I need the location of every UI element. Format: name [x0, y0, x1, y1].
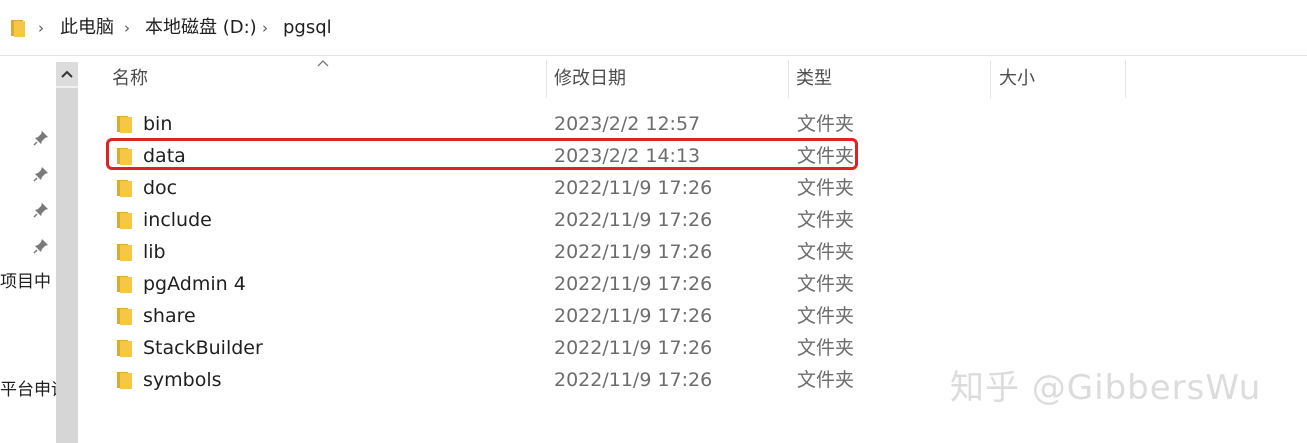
- column-header-size[interactable]: 大小: [993, 60, 1125, 98]
- navigation-pane: 项目中 平台申请: [0, 56, 56, 443]
- column-divider[interactable]: [990, 60, 991, 98]
- file-row-symbols[interactable]: symbols 2022/11/9 17:26 文件夹: [108, 364, 868, 396]
- file-row-pgadmin-4[interactable]: pgAdmin 4 2022/11/9 17:26 文件夹: [108, 268, 868, 300]
- file-modified-date: 2022/11/9 17:26: [554, 209, 713, 231]
- column-header-name[interactable]: 名称: [106, 60, 546, 98]
- folder-icon: [11, 20, 25, 37]
- scroll-up-button[interactable]: [56, 62, 78, 86]
- file-type: 文件夹: [797, 209, 855, 231]
- file-name: pgAdmin 4: [143, 273, 246, 295]
- address-bar[interactable]: › 此电脑 › 本地磁盘 (D:) › pgsql: [0, 0, 1307, 56]
- pin-icon[interactable]: [33, 166, 49, 182]
- file-name: include: [143, 209, 212, 231]
- chevron-right-icon[interactable]: ›: [38, 20, 48, 36]
- pin-icon[interactable]: [33, 130, 49, 146]
- file-type: 文件夹: [797, 113, 855, 135]
- nav-item-platform[interactable]: 平台申请: [0, 379, 56, 401]
- folder-icon: [117, 212, 132, 229]
- file-type: 文件夹: [797, 369, 855, 391]
- file-type: 文件夹: [797, 273, 855, 295]
- scroll-thumb[interactable]: [56, 88, 78, 443]
- chevron-up-icon: [61, 70, 73, 78]
- folder-icon: [117, 244, 132, 261]
- file-modified-date: 2022/11/9 17:26: [554, 241, 713, 263]
- column-header-date[interactable]: 修改日期: [548, 60, 788, 98]
- scrollbar[interactable]: [56, 62, 78, 443]
- folder-icon: [117, 180, 132, 197]
- file-name: bin: [143, 113, 173, 135]
- column-divider[interactable]: [546, 60, 547, 98]
- chevron-right-icon[interactable]: ›: [124, 20, 134, 36]
- pin-icon[interactable]: [33, 238, 49, 254]
- folder-icon: [117, 116, 132, 133]
- file-modified-date: 2022/11/9 17:26: [554, 273, 713, 295]
- file-type: 文件夹: [797, 241, 855, 263]
- file-modified-date: 2022/11/9 17:26: [554, 337, 713, 359]
- file-modified-date: 2022/11/9 17:26: [554, 177, 713, 199]
- file-type: 文件夹: [797, 177, 855, 199]
- file-modified-date: 2023/2/2 12:57: [554, 113, 701, 135]
- pin-icon[interactable]: [33, 202, 49, 218]
- nav-item-project[interactable]: 项目中: [0, 271, 51, 293]
- watermark: 知乎 @GibbersWu: [950, 368, 1262, 408]
- folder-icon: [117, 340, 132, 357]
- column-divider[interactable]: [788, 60, 789, 98]
- folder-icon: [117, 276, 132, 293]
- column-divider[interactable]: [1125, 60, 1126, 98]
- file-type: 文件夹: [797, 305, 855, 327]
- file-row-doc[interactable]: doc 2022/11/9 17:26 文件夹: [108, 172, 868, 204]
- file-name: symbols: [143, 369, 222, 391]
- file-name: share: [143, 305, 196, 327]
- file-row-include[interactable]: include 2022/11/9 17:26 文件夹: [108, 204, 868, 236]
- breadcrumb-drive-d[interactable]: 本地磁盘 (D:): [145, 16, 257, 40]
- file-modified-date: 2022/11/9 17:26: [554, 305, 713, 327]
- breadcrumb-this-pc[interactable]: 此电脑: [60, 16, 114, 40]
- folder-icon: [117, 308, 132, 325]
- column-header-type[interactable]: 类型: [790, 60, 990, 98]
- file-name: lib: [143, 241, 166, 263]
- highlight-annotation: [106, 138, 858, 170]
- file-name: StackBuilder: [143, 337, 263, 359]
- chevron-right-icon[interactable]: ›: [262, 20, 272, 36]
- file-row-bin[interactable]: bin 2023/2/2 12:57 文件夹: [108, 108, 868, 140]
- file-row-share[interactable]: share 2022/11/9 17:26 文件夹: [108, 300, 868, 332]
- file-type: 文件夹: [797, 337, 855, 359]
- breadcrumb-pgsql[interactable]: pgsql: [283, 16, 332, 40]
- file-row-stackbuilder[interactable]: StackBuilder 2022/11/9 17:26 文件夹: [108, 332, 868, 364]
- file-modified-date: 2022/11/9 17:26: [554, 369, 713, 391]
- file-row-lib[interactable]: lib 2022/11/9 17:26 文件夹: [108, 236, 868, 268]
- folder-icon: [117, 372, 132, 389]
- file-name: doc: [143, 177, 178, 199]
